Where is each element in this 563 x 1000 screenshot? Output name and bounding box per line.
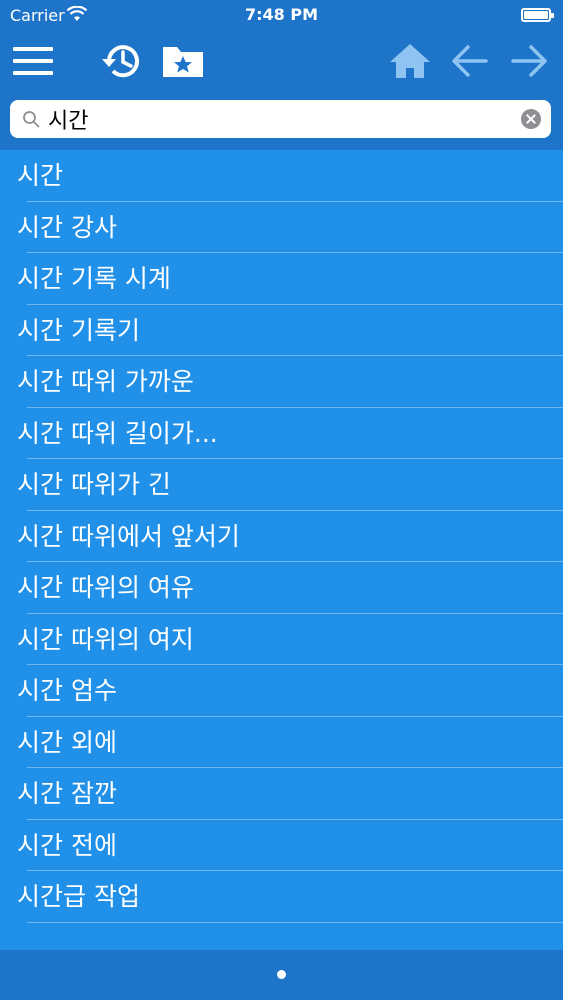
result-item[interactable]: 시간 엄수 xyxy=(0,665,563,717)
search-icon xyxy=(23,111,40,128)
result-item[interactable]: 시간 따위의 여유 xyxy=(0,562,563,614)
result-item[interactable]: 시간 따위 가까운 xyxy=(0,356,563,408)
home-button[interactable] xyxy=(387,38,433,84)
result-item[interactable]: 시간 전에 xyxy=(0,820,563,872)
search-input[interactable] xyxy=(48,104,508,134)
menu-button[interactable] xyxy=(10,38,56,84)
history-icon xyxy=(102,45,139,78)
result-item[interactable]: 시간 따위에서 앞서기 xyxy=(0,511,563,563)
back-arrow-icon xyxy=(452,45,488,77)
page-indicator-dot[interactable] xyxy=(277,970,286,979)
result-item[interactable]: 시간 잠깐 xyxy=(0,768,563,820)
favorites-folder-icon xyxy=(163,47,203,77)
result-item[interactable]: 시간 외에 xyxy=(0,717,563,769)
clock: 7:48 PM xyxy=(244,5,318,24)
result-item[interactable]: 시간 따위의 여지 xyxy=(0,614,563,666)
search-field[interactable] xyxy=(10,100,551,138)
forward-arrow-icon xyxy=(511,45,547,77)
result-item[interactable]: 시간 강사 xyxy=(0,202,563,254)
result-item[interactable]: 시간 기록기 xyxy=(0,305,563,357)
battery-icon xyxy=(521,8,554,22)
result-item[interactable]: 시간 xyxy=(0,150,563,202)
favorites-button[interactable] xyxy=(160,38,206,84)
back-button[interactable] xyxy=(447,38,493,84)
menu-icon xyxy=(13,47,53,75)
toolbar xyxy=(0,30,563,92)
result-item[interactable]: 시간 기록 시계 xyxy=(0,253,563,305)
status-bar: Carrier 7:48 PM xyxy=(0,0,563,30)
result-item[interactable]: 시간급 작업 xyxy=(0,871,563,923)
forward-button[interactable] xyxy=(506,38,552,84)
history-button[interactable] xyxy=(99,38,145,84)
result-item[interactable]: 시간 따위가 긴 xyxy=(0,459,563,511)
bottom-bar xyxy=(0,950,563,1000)
home-icon xyxy=(390,44,430,78)
results-list: 시간 시간 강사 시간 기록 시계 시간 기록기 시간 따위 가까운 시간 따위 길이가.… xyxy=(0,150,563,950)
search-bar xyxy=(0,92,563,150)
clear-search-icon[interactable] xyxy=(521,109,541,129)
result-item[interactable]: 시간 따위 길이가... xyxy=(0,408,563,460)
